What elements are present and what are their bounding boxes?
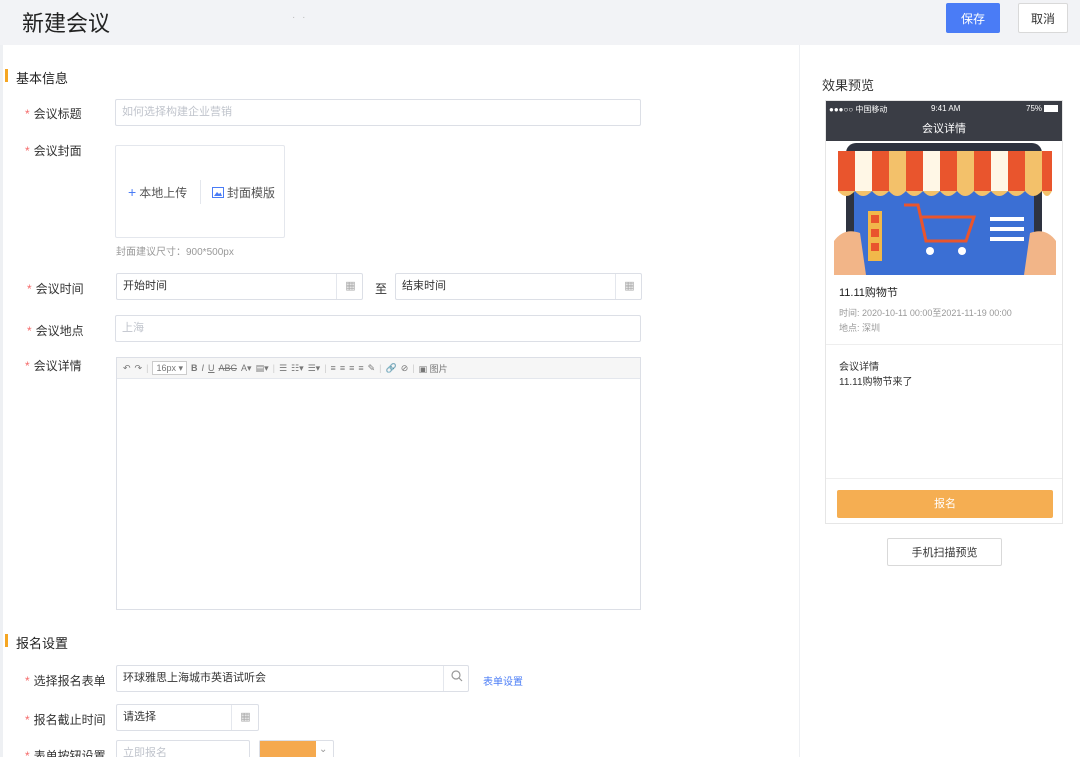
detail-heading: 会议详情 [839,362,879,373]
undo-icon[interactable]: ↶ [123,363,131,374]
plus-icon: + [128,184,137,200]
time-separator: 至 [375,282,388,296]
local-upload-button[interactable]: + 本地上传 [128,184,187,201]
meeting-location-input[interactable]: 上海 [115,315,641,342]
image-icon: ▣ [418,363,428,374]
button-color-picker[interactable]: ⌄ [259,740,334,757]
background-color-icon[interactable]: ▤▾ [256,363,269,374]
scan-preview-button[interactable]: 手机扫描预览 [887,538,1002,566]
cover-template-button[interactable]: 封面模版 [212,184,275,201]
ordered-list-icon[interactable]: ☷▾ [291,363,304,374]
nav-title: 会议详情 [922,123,966,135]
battery-icon [1044,105,1058,112]
preview-panel: 效果预览 ●●●○○ 中国移动 9:41 AM 75% 会议详情 11.11购物… [800,45,1080,757]
signup-deadline-label: * 报名截止时间 [25,713,106,727]
align-center-icon[interactable]: ≡ [340,363,345,373]
link-icon[interactable]: 🔗 [386,363,397,374]
bold-icon[interactable]: B [191,363,198,373]
meeting-detail-label: * 会议详情 [25,359,82,373]
image-icon [212,187,224,198]
carrier-text: ●●●○○ 中国移动 [829,105,888,114]
redo-icon[interactable]: ↷ [135,363,143,374]
page-title: 新建会议 [22,12,111,37]
section-signup-settings: 报名设置 [3,633,68,652]
save-button[interactable]: 保存 [946,3,1000,33]
indent-icon[interactable]: ☰ [279,363,287,374]
preview-title: 效果预览 [822,78,875,93]
start-time-input[interactable]: 开始时间 [116,273,363,300]
color-swatch [260,741,316,757]
detail-text: 11.11购物节来了 [839,377,913,388]
event-title: 11.11购物节 [839,287,898,299]
phone-preview: ●●●○○ 中国移动 9:41 AM 75% 会议详情 11.11购物节 时间:… [825,100,1063,524]
underline-icon[interactable]: U [208,363,215,373]
align-justify-icon[interactable]: ≡ [358,363,363,373]
signup-button[interactable]: 报名 [837,490,1053,518]
align-right-icon[interactable]: ≡ [349,363,354,373]
cover-size-hint: 封面建议尺寸：900*500px [116,247,234,258]
nav-bar: 会议详情 [826,119,1062,141]
font-color-icon[interactable]: A▾ [241,363,252,374]
status-bar: ●●●○○ 中国移动 9:41 AM 75% [826,101,1062,119]
section-basic-info: 基本信息 [3,68,68,87]
unlink-icon[interactable]: ⊘ [401,363,409,374]
meeting-location-label: * 会议地点 [27,324,84,338]
clear-format-icon[interactable]: ✎ [368,363,376,374]
top-bar: 新建会议 · · 保存 取消 [0,0,1080,45]
event-banner-image [826,141,1062,275]
font-size-select[interactable]: 16px ▾ [152,361,187,375]
rich-text-editor[interactable]: ↶ ↷ | 16px ▾ B I U ABC A▾ ▤▾ | ☰ ☷▾ ☰▾ |… [116,357,641,610]
unordered-list-icon[interactable]: ☰▾ [308,363,321,374]
italic-icon[interactable]: I [202,363,205,373]
align-left-icon[interactable]: ≡ [331,363,336,373]
cover-upload-box: + 本地上传 封面模版 [115,145,285,238]
status-time: 9:41 AM [931,104,961,113]
button-text-input[interactable]: 立即报名 [116,740,250,757]
title-dots: · · [292,12,308,23]
divider [826,344,1062,345]
editor-toolbar: ↶ ↷ | 16px ▾ B I U ABC A▾ ▤▾ | ☰ ☷▾ ☰▾ |… [117,358,640,379]
cover-divider [200,180,201,204]
divider [826,478,1062,479]
search-icon[interactable] [443,666,469,691]
meeting-cover-label: * 会议封面 [25,144,82,158]
signup-form-label: * 选择报名表单 [25,674,106,688]
calendar-icon[interactable]: ▦ [615,274,643,299]
insert-image-button[interactable]: ▣ 图片 [419,362,448,375]
event-time: 时间: 2020-10-11 00:00至2021-11-19 00:00 [839,308,1012,318]
signup-form-input[interactable]: 环球雅思上海城市英语试听会 [116,665,469,692]
strikethrough-icon[interactable]: ABC [219,363,238,373]
calendar-icon[interactable]: ▦ [231,705,259,730]
meeting-time-label: * 会议时间 [27,282,84,296]
form-settings-link[interactable]: 表单设置 [483,673,523,688]
meeting-title-input[interactable]: 如何选择构建企业营销 [115,99,641,126]
cancel-button[interactable]: 取消 [1018,3,1068,33]
end-time-input[interactable]: 结束时间 [395,273,642,300]
event-location: 地点: 深圳 [839,323,881,333]
chevron-down-icon: ⌄ [319,744,328,755]
battery-text: 75% [1026,104,1043,113]
calendar-icon[interactable]: ▦ [336,274,364,299]
meeting-title-label: * 会议标题 [25,107,82,121]
form-button-label: * 表单按钮设置 [25,749,106,757]
